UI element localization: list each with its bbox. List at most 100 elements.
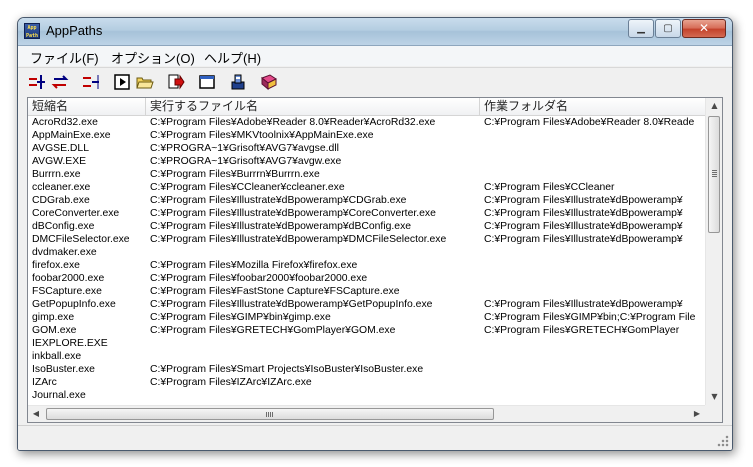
table-row[interactable]: ccleaner.exe C:¥Program Files¥CCleaner¥cc…: [28, 181, 706, 194]
cell-executable: C:¥Program Files¥MKVtoolnix¥AppMainExe.e…: [150, 130, 374, 141]
add-entry-icon: [29, 75, 45, 89]
cell-short-name: AVGW.EXE: [32, 156, 87, 167]
table-row[interactable]: IEXPLORE.EXE: [28, 337, 706, 350]
scroll-up-arrow[interactable]: ▲: [706, 101, 722, 111]
vertical-scroll-thumb[interactable]: [708, 116, 720, 233]
cell-executable: C:¥Program Files¥Illustrate¥dBpoweramp¥C…: [150, 208, 436, 219]
horizontal-scroll-thumb[interactable]: [46, 408, 494, 420]
cell-short-name: firefox.exe: [32, 260, 80, 271]
title-bar[interactable]: App Path AppPaths ▁ ▢ ✕: [18, 18, 732, 46]
cell-executable: C:¥Program Files¥Adobe¥Reader 8.0¥Reader…: [150, 117, 436, 128]
cell-working-folder: [484, 142, 706, 155]
table-row[interactable]: IZArc C:¥Program Files¥IZArc¥IZArc.exe: [28, 376, 706, 389]
cell-working-folder: [484, 337, 706, 350]
cell-working-folder: [484, 389, 706, 402]
cell-executable: C:¥Program Files¥Illustrate¥dBpoweramp¥d…: [150, 221, 412, 232]
cell-executable: C:¥Program Files¥Illustrate¥dBpoweramp¥D…: [150, 234, 447, 245]
cell-short-name: IsoBuster.exe: [32, 364, 95, 375]
add-entry-button[interactable]: [27, 72, 47, 92]
menu-file[interactable]: ファイル(F): [30, 48, 99, 67]
delete-entry-button[interactable]: [81, 72, 101, 92]
column-executable[interactable]: 実行するファイル名: [146, 98, 480, 115]
close-button[interactable]: ✕: [682, 19, 726, 38]
cell-executable: C:¥Program Files¥IZArc¥IZArc.exe: [150, 377, 312, 388]
table-row[interactable]: inkball.exe: [28, 350, 706, 363]
table-row[interactable]: dvdmaker.exe: [28, 246, 706, 259]
table-row[interactable]: firefox.exe C:¥Program Files¥Mozilla Fire…: [28, 259, 706, 272]
cell-short-name: IEXPLORE.EXE: [32, 338, 108, 349]
cell-short-name: DMCFileSelector.exe: [32, 234, 130, 245]
swap-entries-button[interactable]: [50, 72, 70, 92]
cell-short-name: dBConfig.exe: [32, 221, 95, 232]
run-button[interactable]: [112, 72, 132, 92]
scroll-left-arrow[interactable]: ◀: [29, 409, 43, 419]
cell-short-name: Journal.exe: [32, 390, 86, 401]
vertical-scrollbar[interactable]: ▲ ▼: [705, 98, 722, 405]
table-row[interactable]: GOM.exe C:¥Program Files¥GRETECH¥GomPlaye…: [28, 324, 706, 337]
table-row[interactable]: IsoBuster.exe C:¥Program Files¥Smart Proj…: [28, 363, 706, 376]
app-window: App Path AppPaths ▁ ▢ ✕ ファイル(F) オプション(O)…: [17, 17, 733, 451]
cell-short-name: foobar2000.exe: [32, 273, 105, 284]
cell-executable: C:¥Program Files¥CCleaner¥ccleaner.exe: [150, 182, 345, 193]
table-row[interactable]: gimp.exe C:¥Program Files¥GIMP¥bin¥gimp.e…: [28, 311, 706, 324]
table-row[interactable]: AppMainExe.exe C:¥Program Files¥MKVtoolni…: [28, 129, 706, 142]
cell-working-folder: [484, 259, 706, 272]
install-button[interactable]: [228, 72, 248, 92]
app-paths-list[interactable]: 短縮名 実行するファイル名 作業フォルダ名 AcroRd32.exe C:¥Pro…: [27, 97, 723, 423]
cell-short-name: FSCapture.exe: [32, 286, 102, 297]
cell-executable: C:¥PROGRA~1¥Grisoft¥AVG7¥avgw.exe: [150, 156, 342, 167]
table-row[interactable]: foobar2000.exe C:¥Program Files¥foobar200…: [28, 272, 706, 285]
export-button[interactable]: [166, 72, 186, 92]
cell-executable: C:¥Program Files¥GIMP¥bin¥gimp.exe: [150, 312, 331, 323]
cell-short-name: CDGrab.exe: [32, 195, 90, 206]
scroll-right-arrow[interactable]: ▶: [690, 409, 704, 419]
maximize-button[interactable]: ▢: [655, 19, 681, 38]
menu-options[interactable]: オプション(O): [111, 48, 195, 67]
table-row[interactable]: GetPopupInfo.exe C:¥Program Files¥Illustr…: [28, 298, 706, 311]
cell-executable: [150, 350, 480, 363]
cell-short-name: CoreConverter.exe: [32, 208, 120, 219]
window-icon: [199, 75, 215, 89]
table-row[interactable]: CDGrab.exe C:¥Program Files¥Illustrate¥dB…: [28, 194, 706, 207]
window-title: AppPaths: [46, 23, 103, 38]
table-row[interactable]: AVGSE.DLL C:¥PROGRA~1¥Grisoft¥AVG7¥avgse.…: [28, 142, 706, 155]
cell-working-folder: [484, 155, 706, 168]
table-row[interactable]: dBConfig.exe C:¥Program Files¥Illustrate¥…: [28, 220, 706, 233]
cell-short-name: Burrrn.exe: [32, 169, 81, 180]
run-icon: [114, 74, 130, 90]
table-row[interactable]: Burrrn.exe C:¥Program Files¥Burrrn¥Burrrn…: [28, 168, 706, 181]
cell-working-folder: [484, 350, 706, 363]
cell-working-folder: C:¥Program Files¥Illustrate¥dBpoweramp¥: [484, 299, 683, 310]
table-row[interactable]: Journal.exe: [28, 389, 706, 402]
column-short-name[interactable]: 短縮名: [28, 98, 146, 115]
cell-short-name: ccleaner.exe: [32, 182, 91, 193]
table-row[interactable]: CoreConverter.exe C:¥Program Files¥Illust…: [28, 207, 706, 220]
horizontal-scrollbar[interactable]: ◀ ▶: [28, 405, 706, 422]
cell-working-folder: [484, 363, 706, 376]
cell-short-name: GOM.exe: [32, 325, 77, 336]
toolbar: [18, 67, 732, 96]
app-icon[interactable]: App Path: [24, 23, 40, 39]
minimize-button[interactable]: ▁: [628, 19, 654, 38]
book-button[interactable]: [259, 72, 279, 92]
scroll-down-arrow[interactable]: ▼: [706, 392, 722, 402]
open-folder-button[interactable]: [135, 72, 155, 92]
cell-executable: C:¥Program Files¥Illustrate¥dBpoweramp¥C…: [150, 195, 407, 206]
cell-working-folder: C:¥Program Files¥Illustrate¥dBpoweramp¥: [484, 234, 683, 245]
cell-short-name: inkball.exe: [32, 351, 82, 362]
table-row[interactable]: AVGW.EXE C:¥PROGRA~1¥Grisoft¥AVG7¥avgw.ex…: [28, 155, 706, 168]
export-icon: [168, 74, 185, 90]
table-row[interactable]: DMCFileSelector.exe C:¥Program Files¥Illu…: [28, 233, 706, 246]
menu-help[interactable]: ヘルプ(H): [204, 48, 261, 67]
column-working-folder[interactable]: 作業フォルダ名: [480, 98, 706, 115]
delete-entry-icon: [83, 75, 99, 89]
table-row[interactable]: FSCapture.exe C:¥Program Files¥FastStone …: [28, 285, 706, 298]
cell-executable: C:¥PROGRA~1¥Grisoft¥AVG7¥avgse.dll: [150, 143, 339, 154]
cell-working-folder: C:¥Program Files¥GRETECH¥GomPlayer: [484, 325, 680, 336]
list-header: 短縮名 実行するファイル名 作業フォルダ名: [28, 98, 706, 116]
size-grip[interactable]: [717, 435, 729, 447]
cell-working-folder: C:¥Program Files¥Illustrate¥dBpoweramp¥: [484, 221, 683, 232]
window-button[interactable]: [197, 72, 217, 92]
cell-working-folder: [484, 168, 706, 181]
table-row[interactable]: AcroRd32.exe C:¥Program Files¥Adobe¥Reade…: [28, 116, 706, 129]
